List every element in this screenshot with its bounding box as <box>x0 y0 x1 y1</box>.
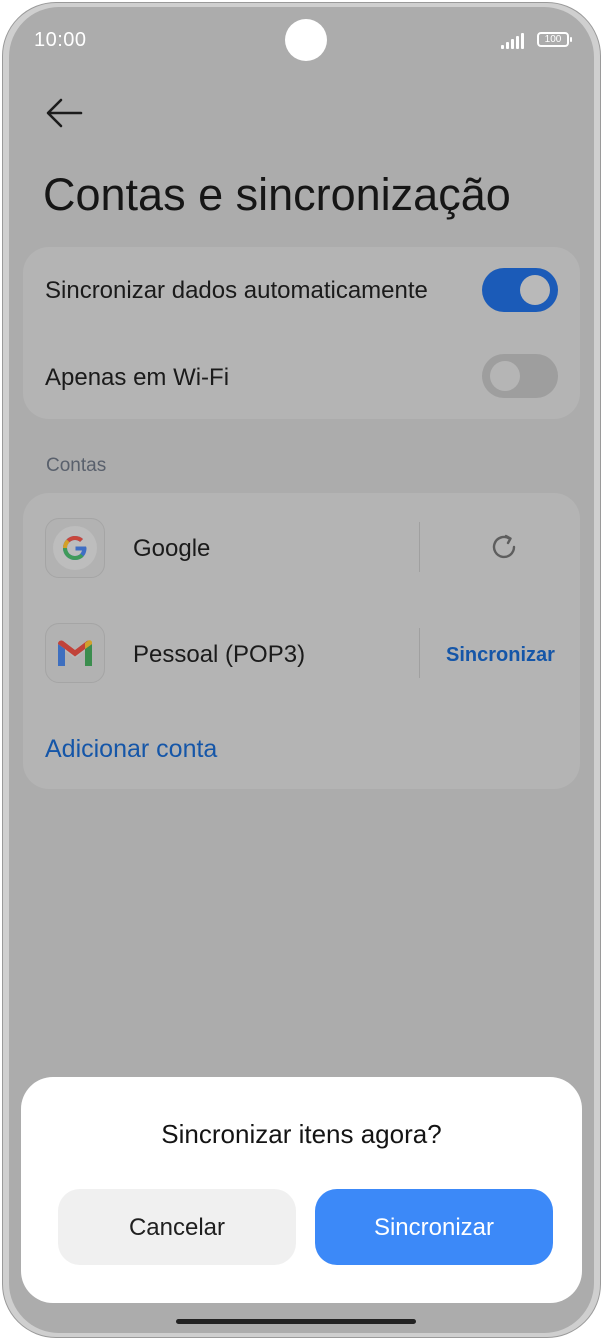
account-name-google: Google <box>133 535 211 562</box>
cancel-button[interactable]: Cancelar <box>58 1189 296 1265</box>
signal-icon <box>501 33 527 49</box>
battery-icon: 100 <box>537 32 569 47</box>
gmail-icon <box>45 623 105 683</box>
divider <box>419 522 420 572</box>
phone-frame: 10:00 100 Contas e sincronização Sincron <box>2 2 601 1338</box>
refresh-icon <box>492 534 516 559</box>
dialog-title: Sincronizar itens agora? <box>161 1119 442 1149</box>
back-arrow-icon <box>46 98 83 128</box>
battery-tip <box>570 37 572 42</box>
auto-sync-label: Sincronizar dados automaticamente <box>45 277 428 304</box>
gmail-logo-icon <box>58 640 92 666</box>
camera-cutout <box>285 19 327 61</box>
account-name-pop3: Pessoal (POP3) <box>133 641 306 668</box>
sync-icon[interactable] <box>487 530 521 564</box>
screen: 10:00 100 Contas e sincronização Sincron <box>9 7 594 1333</box>
confirm-sync-button[interactable]: Sincronizar <box>315 1189 553 1265</box>
accounts-section-header: Contas <box>46 455 107 476</box>
sync-dialog: Sincronizar itens agora? Cancelar Sincro… <box>21 1077 582 1303</box>
toggle-knob <box>490 361 520 391</box>
battery-level: 100 <box>544 34 562 45</box>
divider <box>419 628 420 678</box>
google-logo-icon <box>53 526 97 570</box>
auto-sync-toggle[interactable] <box>482 268 558 312</box>
wifi-only-toggle[interactable] <box>482 354 558 398</box>
toggle-knob <box>520 275 550 305</box>
wifi-only-label: Apenas em Wi-Fi <box>45 364 230 391</box>
page-title: Contas e sincronização <box>43 169 511 220</box>
status-time: 10:00 <box>34 29 87 51</box>
add-account-link[interactable]: Adicionar conta <box>45 735 217 764</box>
accounts-card: Google Pessoal (POP3) Sincronizar Adicio… <box>23 493 580 789</box>
sync-now-link[interactable]: Sincronizar <box>446 644 555 667</box>
back-button[interactable] <box>43 93 87 133</box>
sync-settings-card: Sincronizar dados automaticamente Apenas… <box>23 247 580 419</box>
google-icon <box>45 518 105 578</box>
status-bar: 10:00 100 <box>9 7 594 77</box>
home-indicator[interactable] <box>176 1319 416 1324</box>
